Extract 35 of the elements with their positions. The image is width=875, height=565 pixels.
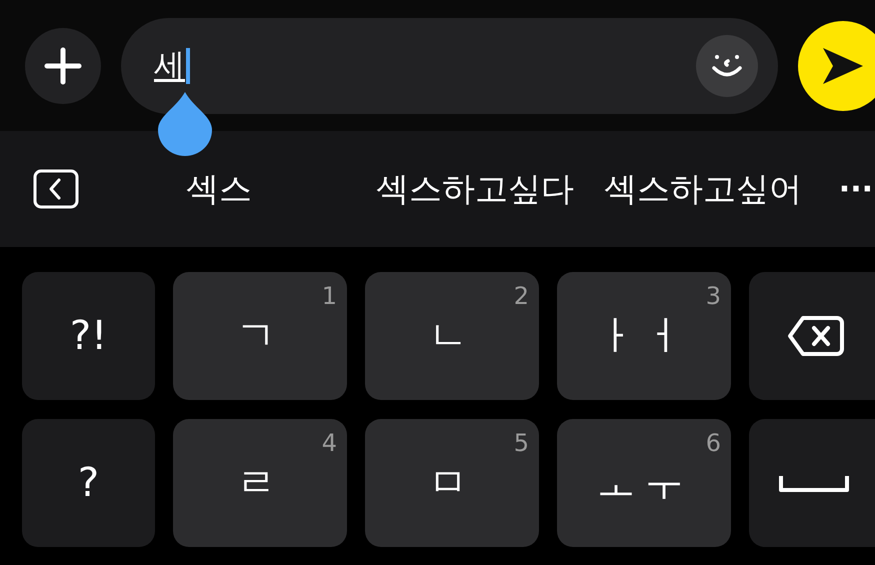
key-number: 1 [322, 281, 337, 312]
key-number: 3 [706, 281, 721, 312]
letter-key[interactable]: ㅗㅜ 6 [557, 419, 731, 547]
cursor-handle-icon [158, 92, 212, 156]
back-icon[interactable] [33, 169, 79, 209]
symbol-key[interactable]: ?! [22, 272, 155, 400]
key-letter: ㅁ [428, 459, 476, 508]
space-key[interactable] [749, 419, 875, 547]
key-letter: ㄱ [236, 312, 284, 361]
letter-key[interactable]: ㄱ 1 [173, 272, 347, 400]
letter-key[interactable]: ㄴ 2 [365, 272, 539, 400]
message-field[interactable]: 세 [121, 18, 778, 114]
backspace-key[interactable] [749, 272, 875, 400]
key-number: 5 [514, 428, 529, 459]
suggestion-item[interactable]: 섹스 [186, 164, 376, 214]
suggestion-item[interactable]: 섹스하고싶어 [604, 164, 802, 214]
key-number: 6 [706, 428, 721, 459]
text-cursor [186, 48, 190, 84]
key-number: 2 [514, 281, 529, 312]
letter-key[interactable]: ㅏㅓ 3 [557, 272, 731, 400]
more-button[interactable]: ··· [838, 166, 873, 212]
send-icon [821, 46, 865, 86]
letter-key[interactable]: ㅁ 5 [365, 419, 539, 547]
key-letter: ㄴ [428, 312, 476, 361]
message-text: 세 [154, 46, 185, 86]
key-letter: ㄹ [236, 459, 284, 508]
key-letter: ㅏㅓ [596, 312, 692, 361]
space-icon [779, 474, 849, 492]
key-number: 4 [322, 428, 337, 459]
plus-icon [44, 46, 82, 84]
backspace-icon [787, 315, 845, 357]
letter-key[interactable]: ㄹ 4 [173, 419, 347, 547]
key-letter: ㅗㅜ [596, 459, 692, 508]
symbol-key[interactable]: ? [22, 419, 155, 547]
suggestion-item[interactable]: 섹스하고싶다 [376, 164, 604, 214]
